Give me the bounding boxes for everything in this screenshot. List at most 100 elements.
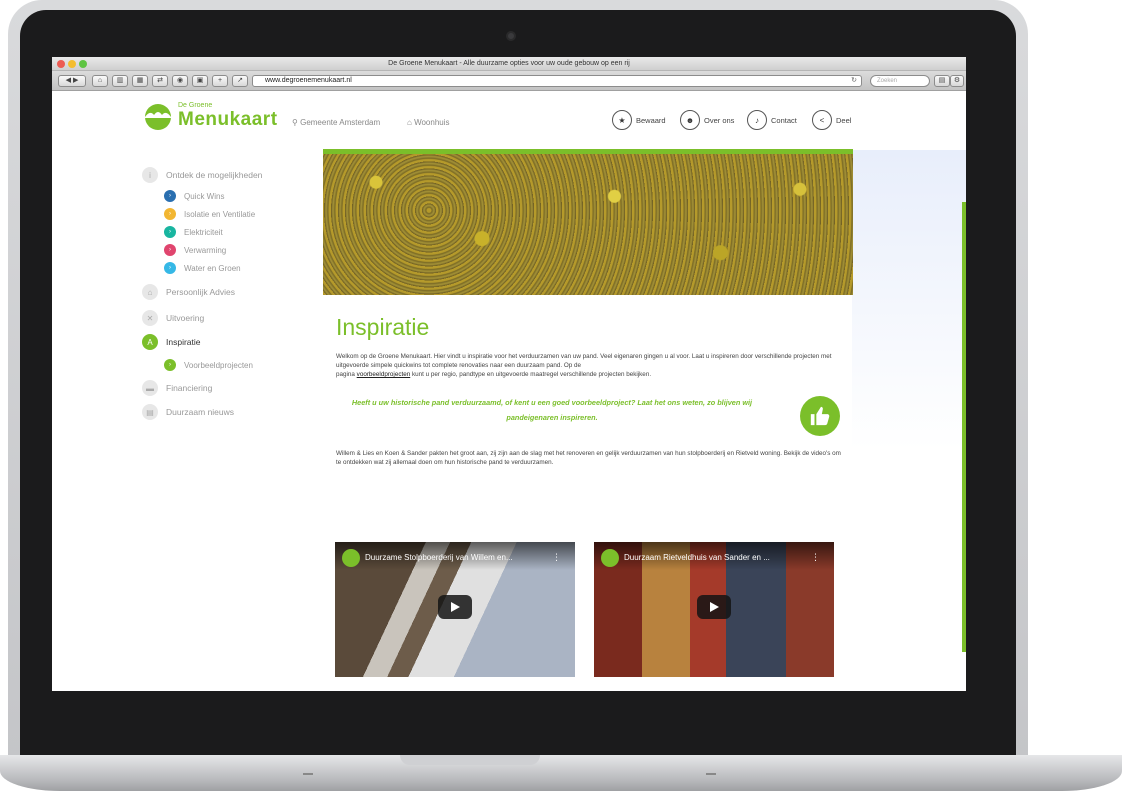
reload-icon[interactable]: ↻ xyxy=(851,76,857,86)
contact-button[interactable]: ♪ Contact xyxy=(747,109,797,131)
intro-text-2a: pagina xyxy=(336,371,357,378)
home-icon: ⌂ xyxy=(407,118,412,127)
sidebar-subitem-label: Voorbeeldprojecten xyxy=(184,360,253,370)
sidebar-item-label: Financiering xyxy=(166,383,213,393)
sidebar-item-label: Inspiratie xyxy=(166,337,201,347)
bullet-icon: › xyxy=(164,226,176,238)
camera-icon xyxy=(506,31,516,41)
video-player[interactable]: Duurzame Stolpboerderij van Willem en...… xyxy=(335,542,575,677)
sidebar-item-financiering[interactable]: ▬ Financiering xyxy=(142,380,212,396)
history-button[interactable]: ⇄ xyxy=(152,75,168,87)
logo-subtitle: De Groene xyxy=(178,102,213,109)
sidebar-subitem-label: Isolatie en Ventilatie xyxy=(184,209,256,219)
share-icon: < xyxy=(812,110,832,130)
advice-icon: ⌂ xyxy=(142,284,158,300)
browser-toolbar: ◀ ▶ ⌂ ▥ ▦ ⇄ ◉ ▣ + ↗ www.degroenemenukaar… xyxy=(52,71,966,91)
screen: De Groene Menukaart - Alle duurzame opti… xyxy=(52,57,966,691)
url-field[interactable]: www.degroenemenukaart.nl ↻ xyxy=(252,75,862,87)
map-pin-icon: ⚲ xyxy=(292,118,298,127)
play-icon[interactable] xyxy=(438,595,472,619)
laptop-foot xyxy=(706,773,716,775)
page-title: Inspiratie xyxy=(336,314,430,340)
channel-logo-icon[interactable] xyxy=(342,549,360,567)
background-gradient xyxy=(852,150,966,650)
sidebar-item-nieuws[interactable]: ▤ Duurzaam nieuws xyxy=(142,404,234,420)
location-label: Gemeente Amsterdam xyxy=(300,118,381,127)
channel-logo-icon[interactable] xyxy=(601,549,619,567)
sidebar-item-label: Ontdek de mogelijkheden xyxy=(166,170,263,180)
video-title[interactable]: Duurzaam Rietveldhuis van Sander en ... xyxy=(624,553,770,562)
bullet-icon: › xyxy=(164,262,176,274)
sidebar-item-label: Persoonlijk Advies xyxy=(166,287,235,297)
maximize-icon[interactable] xyxy=(79,60,87,68)
bookmarks-button[interactable]: ▥ xyxy=(112,75,128,87)
phone-icon: ♪ xyxy=(747,110,767,130)
about-label: Over ons xyxy=(704,115,735,125)
voorbeeldprojecten-link[interactable]: voorbeeldprojecten xyxy=(357,371,411,378)
intro-text-1: Welkom op de Groene Menukaart. Hier vind… xyxy=(336,353,832,369)
news-icon: ▤ xyxy=(142,404,158,420)
logo-title[interactable]: Menukaart xyxy=(178,109,278,131)
sidebar-item-label: Duurzaam nieuws xyxy=(166,407,235,417)
thumbs-up-icon[interactable] xyxy=(800,396,840,436)
print-button[interactable]: ▣ xyxy=(192,75,208,87)
saved-label: Bewaard xyxy=(636,115,666,125)
sidebar-subitem-isolatie[interactable]: › Isolatie en Ventilatie xyxy=(164,208,255,220)
search-input[interactable]: Zoeken xyxy=(870,75,930,87)
saved-button[interactable]: ★ Bewaard xyxy=(612,109,666,131)
video-player[interactable]: Duurzaam Rietveldhuis van Sander en ... … xyxy=(594,542,834,677)
play-icon[interactable] xyxy=(697,595,731,619)
extensions-button[interactable]: ▤ xyxy=(934,75,950,87)
laptop-notch xyxy=(400,755,540,765)
url-text: www.degroenemenukaart.nl xyxy=(265,77,352,84)
close-icon[interactable] xyxy=(57,60,65,68)
home-button[interactable]: ⌂ xyxy=(92,75,108,87)
share-label: Deel xyxy=(836,115,852,125)
settings-gear-icon[interactable]: ⚙ xyxy=(950,75,964,87)
sidebar-subitem-water[interactable]: › Water en Groen xyxy=(164,262,241,274)
more-options-icon[interactable]: ⋮ xyxy=(811,552,820,563)
accent-edge xyxy=(962,202,966,652)
location-link[interactable]: ⚲ Gemeente Amsterdam xyxy=(292,118,380,127)
logo-icon[interactable] xyxy=(142,102,174,130)
video-title[interactable]: Duurzame Stolpboerderij van Willem en... xyxy=(365,553,513,562)
sidebar-subitem-label: Water en Groen xyxy=(184,263,241,273)
sidebar-subitem-voorbeeldprojecten[interactable]: › Voorbeeldprojecten xyxy=(164,359,253,371)
back-forward-button[interactable]: ◀ ▶ xyxy=(58,75,86,87)
inspiration-icon: A xyxy=(142,334,158,350)
sidebar-subitem-label: Quick Wins xyxy=(184,191,225,201)
contact-label: Contact xyxy=(771,115,797,125)
building-type-link[interactable]: ⌂ Woonhuis xyxy=(407,118,450,127)
sidebar-subitem-quick-wins[interactable]: › Quick Wins xyxy=(164,190,224,202)
add-bookmark-button[interactable]: + xyxy=(212,75,228,87)
sidebar-item-uitvoering[interactable]: ✕ Uitvoering xyxy=(142,310,204,326)
reading-button[interactable]: ◉ xyxy=(172,75,188,87)
intro-text-2b: kunt u per regio, pandtype en uitgevoerd… xyxy=(410,371,652,378)
sidebar-subitem-verwarming[interactable]: › Verwarming xyxy=(164,244,226,256)
share-button[interactable]: < Deel xyxy=(812,109,851,131)
sidebar-subitem-label: Elektriciteit xyxy=(184,227,223,237)
sidebar-item-ontdek[interactable]: i Ontdek de mogelijkheden xyxy=(142,167,262,183)
about-button[interactable]: ☻ Over ons xyxy=(680,109,734,131)
money-icon: ▬ xyxy=(142,380,158,396)
call-to-action-quote: Heeft u uw historische pand verduurzaamd… xyxy=(351,398,753,422)
topsites-button[interactable]: ▦ xyxy=(132,75,148,87)
tools-icon: ✕ xyxy=(142,310,158,326)
sidebar-subitem-elektriciteit[interactable]: › Elektriciteit xyxy=(164,226,223,238)
minimize-icon[interactable] xyxy=(68,60,76,68)
sidebar-subitem-label: Verwarming xyxy=(184,245,227,255)
window-title: De Groene Menukaart - Alle duurzame opti… xyxy=(388,60,630,67)
intro-paragraph: Welkom op de Groene Menukaart. Hier vind… xyxy=(336,352,846,379)
body-paragraph: Willem & Lies en Koen & Sander pakten he… xyxy=(336,450,841,466)
share-page-button[interactable]: ↗ xyxy=(232,75,248,87)
bullet-icon: › xyxy=(164,359,176,371)
more-options-icon[interactable]: ⋮ xyxy=(552,552,561,563)
laptop-foot xyxy=(303,773,313,775)
browser-titlebar: De Groene Menukaart - Alle duurzame opti… xyxy=(52,57,966,71)
sidebar-item-label: Uitvoering xyxy=(166,313,205,323)
sidebar-item-advies[interactable]: ⌂ Persoonlijk Advies xyxy=(142,284,235,300)
bullet-icon: › xyxy=(164,190,176,202)
sidebar-item-inspiratie[interactable]: A Inspiratie xyxy=(142,334,201,350)
users-icon: ☻ xyxy=(680,110,700,130)
bullet-icon: › xyxy=(164,244,176,256)
